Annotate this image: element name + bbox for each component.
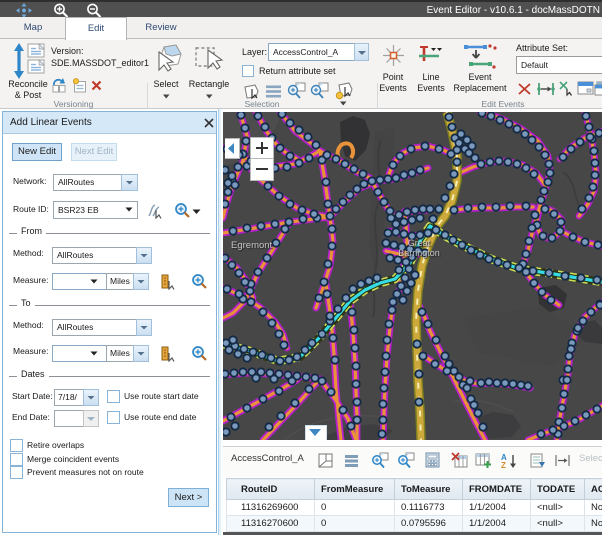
- svg-text:Barrington: Barrington: [398, 248, 440, 258]
- svg-text:Z: Z: [501, 461, 506, 469]
- svg-text:Egremont: Egremont: [231, 240, 273, 251]
- svg-text:Great: Great: [408, 238, 431, 248]
